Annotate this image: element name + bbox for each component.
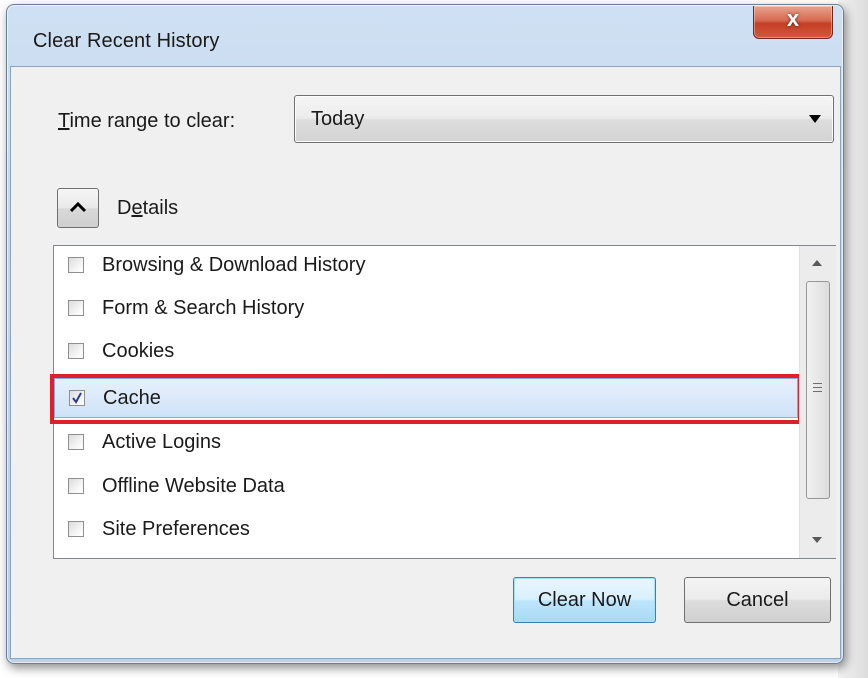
checkbox[interactable]	[68, 434, 84, 450]
details-toggle-button[interactable]	[57, 188, 99, 228]
item-label: Active Logins	[102, 431, 221, 453]
list-item-selected[interactable]: Cache	[54, 378, 798, 418]
item-label: Site Preferences	[102, 518, 250, 540]
checkbox-checked[interactable]	[69, 390, 85, 406]
list-item[interactable]: Form & Search History	[54, 289, 798, 329]
list-item[interactable]: Offline Website Data	[54, 467, 798, 507]
dialog-title: Clear Recent History	[33, 30, 220, 52]
dialog-content: Time range to clear: Today Details Brows…	[10, 66, 841, 659]
close-button[interactable]: x	[753, 6, 833, 39]
clear-history-dialog: Clear Recent History x Time range to cle…	[6, 4, 844, 664]
scrollbar-thumb[interactable]	[806, 281, 830, 499]
time-range-value: Today	[311, 108, 365, 130]
list-item[interactable]: Browsing & Download History	[54, 246, 798, 286]
vertical-scrollbar[interactable]	[799, 246, 836, 558]
item-label: Cache	[103, 387, 161, 409]
grip-line	[813, 391, 822, 392]
list-item[interactable]: Site Preferences	[54, 510, 798, 550]
time-range-label: Time range to clear:	[58, 110, 236, 132]
checkbox[interactable]	[68, 521, 84, 537]
list-item[interactable]: Cookies	[54, 332, 798, 372]
list-item[interactable]: Active Logins	[54, 423, 798, 463]
checkbox[interactable]	[68, 343, 84, 359]
checkbox[interactable]	[68, 478, 84, 494]
item-label: Offline Website Data	[102, 475, 285, 497]
checkbox[interactable]	[68, 257, 84, 273]
grip-line	[813, 387, 822, 388]
scroll-down-arrow-icon[interactable]	[812, 537, 822, 543]
dropdown-arrow-icon	[809, 115, 821, 123]
scroll-up-arrow-icon[interactable]	[812, 260, 822, 266]
chevron-up-icon	[69, 201, 87, 213]
grip-line	[813, 383, 822, 384]
cancel-button[interactable]: Cancel	[684, 577, 831, 623]
close-icon: x	[786, 6, 800, 31]
history-items-list: Browsing & Download History Form & Searc…	[50, 245, 836, 559]
item-label: Form & Search History	[102, 297, 305, 319]
item-label: Browsing & Download History	[102, 254, 366, 276]
checkmark-icon	[72, 392, 82, 404]
checkbox[interactable]	[68, 300, 84, 316]
time-range-select[interactable]: Today	[294, 95, 834, 143]
details-label: Details	[117, 197, 179, 219]
clear-now-button[interactable]: Clear Now	[513, 577, 656, 623]
item-label: Cookies	[102, 340, 175, 362]
